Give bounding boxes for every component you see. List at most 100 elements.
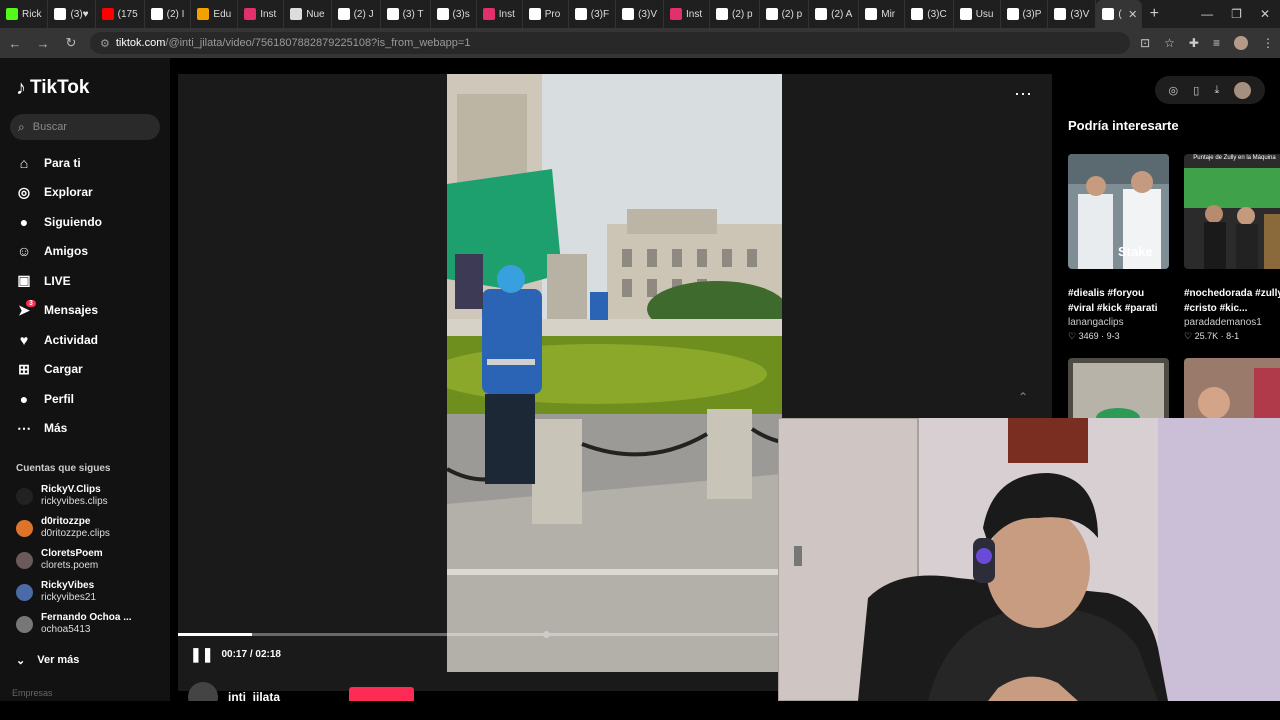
sidebar-item-live[interactable]: ▣ LIVE [10, 266, 160, 296]
sidebar-item-home[interactable]: ⌂ Para ti [10, 148, 160, 178]
browser-tab[interactable]: Pro [523, 0, 569, 28]
video-frame[interactable] [447, 74, 782, 672]
browser-tab[interactable]: (3)s [431, 0, 477, 28]
browser-tab[interactable]: Usu [954, 0, 1001, 28]
thumbnail-image [1184, 154, 1280, 269]
browser-tab[interactable]: (3) T [381, 0, 431, 28]
account-handle: ochoa5413 [41, 624, 91, 635]
pause-icon[interactable]: ❚❚ [190, 646, 213, 663]
install-app-icon[interactable]: ⊡ [1140, 36, 1150, 50]
following-account[interactable]: CloretsPoem clorets.poem [10, 544, 160, 576]
close-tab-icon[interactable]: ✕ [1128, 8, 1137, 21]
forward-icon[interactable]: → [34, 36, 52, 51]
scrub-handle[interactable] [543, 631, 550, 638]
browser-tab[interactable]: Mir [859, 0, 906, 28]
tiktok-logo[interactable]: ♪ TikTok [16, 76, 160, 100]
browser-tab[interactable]: Nue [284, 0, 332, 28]
sidebar-item-avatar[interactable]: ● Siguiendo [10, 207, 160, 237]
following-account[interactable]: d0ritozzpe d0ritozzpe.clips [10, 512, 160, 544]
video-thumbnail[interactable]: Stake [1068, 154, 1169, 269]
back-icon[interactable]: ← [6, 36, 24, 51]
footer-link[interactable]: Empresas [12, 688, 53, 698]
card-stats: ♡ 25.7K · 8-1 [1184, 331, 1240, 341]
browser-tab[interactable]: Edu [191, 0, 239, 28]
search-box[interactable]: ⌕ [10, 114, 160, 140]
browser-tab[interactable]: (3)V [616, 0, 664, 28]
mobile-icon[interactable]: ▯ [1193, 84, 1199, 97]
address-bar[interactable]: ⚙ tiktok.com/@inti_jilata/video/75618078… [90, 32, 1131, 54]
following-account[interactable]: RickyVibes rickyvibes21 [10, 576, 160, 608]
sidebar-item-label: Más [44, 421, 68, 436]
more-options-icon[interactable]: ⋯ [1014, 84, 1032, 105]
sidebar-item-friends[interactable]: ☺ Amigos [10, 237, 160, 267]
account-handle: clorets.poem [41, 560, 99, 571]
sidebar-item-messages[interactable]: ➤ 3 Mensajes [10, 296, 160, 326]
menu-icon[interactable]: ⋮ [1262, 36, 1274, 50]
site-info-icon[interactable]: ⚙ [100, 37, 110, 50]
new-tab-button[interactable]: + [1142, 5, 1166, 23]
bottom-bar [0, 701, 1280, 720]
reload-icon[interactable]: ↻ [62, 35, 80, 51]
following-section-title: Cuentas que sigues [16, 463, 111, 474]
browser-tab[interactable]: Inst [238, 0, 285, 28]
tab-favicon-icon [386, 8, 399, 20]
sidebar-item-activity[interactable]: ♥ Actividad [10, 325, 160, 355]
card-stats: ♡ 3469 · 9-3 [1068, 331, 1120, 341]
video-scene-image [447, 74, 782, 672]
browser-tab-strip: Rick (3)♥ (175 (2) I Edu Inst Nue (2) J (3) T (3)… [0, 0, 1280, 28]
browser-tab[interactable]: (3)V [1048, 0, 1097, 28]
tab-favicon-icon [6, 8, 18, 20]
minimize-icon[interactable]: — [1201, 7, 1213, 21]
sidebar-item-more[interactable]: ⋯ Más [10, 414, 160, 444]
browser-tab[interactable]: (3)♥ [48, 0, 96, 28]
following-account[interactable]: RickyV.Clips rickyvibes.clips [10, 480, 160, 512]
upload-icon: ⊞ [18, 360, 30, 377]
sidebar-item-profile[interactable]: ● Perfil [10, 384, 160, 414]
extensions-icon[interactable]: ✚ [1189, 36, 1199, 50]
bookmark-star-icon[interactable]: ☆ [1164, 36, 1175, 50]
restore-icon[interactable]: ❐ [1231, 7, 1242, 21]
account-text: RickyV.Clips rickyvibes.clips [41, 484, 108, 508]
avatar-icon: ● [19, 213, 29, 230]
account-text: CloretsPoem clorets.poem [41, 548, 103, 572]
download-icon[interactable]: ⤓ [1214, 84, 1219, 97]
see-more-button[interactable]: ⌄ Ver más [10, 650, 160, 670]
webcam-image [778, 418, 1280, 701]
browser-tab[interactable]: Inst [664, 0, 710, 28]
chevron-up-icon[interactable]: ⌃ [1018, 390, 1028, 404]
following-account[interactable]: Fernando Ochoa ... ochoa5413 [10, 608, 160, 640]
account-name: RickyV.Clips [41, 484, 101, 495]
sidebar-item-label: Mensajes [44, 303, 99, 318]
tab-favicon-icon [911, 8, 924, 20]
browser-tab[interactable]: (175 [96, 0, 145, 28]
browser-tab[interactable]: (2) J [332, 0, 381, 28]
browser-tab[interactable]: (2) p [760, 0, 810, 28]
sidebar-item-compass[interactable]: ◎ Explorar [10, 178, 160, 208]
browser-tab[interactable]: (2) A [809, 0, 860, 28]
tab-favicon-icon [436, 8, 449, 20]
close-window-icon[interactable]: ✕ [1260, 7, 1270, 21]
browser-tab[interactable]: (✕ [1096, 0, 1143, 28]
browser-tab[interactable]: (2) I [145, 0, 192, 28]
recommended-video-card[interactable]: Stake #diealis #foryou #viral #kick #par… [1068, 154, 1169, 342]
recommended-video-card[interactable]: Puntaje de Zully en la Máquina #nochedor… [1184, 154, 1280, 342]
tab-label: (3)P [1022, 8, 1042, 20]
video-thumbnail[interactable]: Puntaje de Zully en la Máquina [1184, 154, 1280, 269]
tiktok-note-icon: ♪ [16, 76, 26, 99]
user-avatar[interactable] [1234, 81, 1252, 99]
tab-favicon-icon [337, 8, 350, 20]
browser-tab[interactable]: (3)C [905, 0, 954, 28]
browser-tab[interactable]: (3)F [569, 0, 617, 28]
profile-avatar[interactable] [1234, 36, 1248, 50]
browser-tab[interactable]: Rick [0, 0, 49, 28]
media-icon[interactable]: ≡ [1213, 36, 1220, 50]
search-input[interactable] [32, 121, 152, 133]
tab-label: (2) J [353, 8, 374, 20]
tab-label: (2) A [831, 8, 853, 20]
progress-bar[interactable] [178, 633, 778, 636]
browser-tab[interactable]: (2) p [710, 0, 760, 28]
sidebar-item-upload[interactable]: ⊞ Cargar [10, 355, 160, 385]
browser-tab[interactable]: Inst [477, 0, 523, 28]
compass-icon[interactable]: ◎ [1169, 84, 1179, 97]
browser-tab[interactable]: (3)P [1001, 0, 1049, 28]
